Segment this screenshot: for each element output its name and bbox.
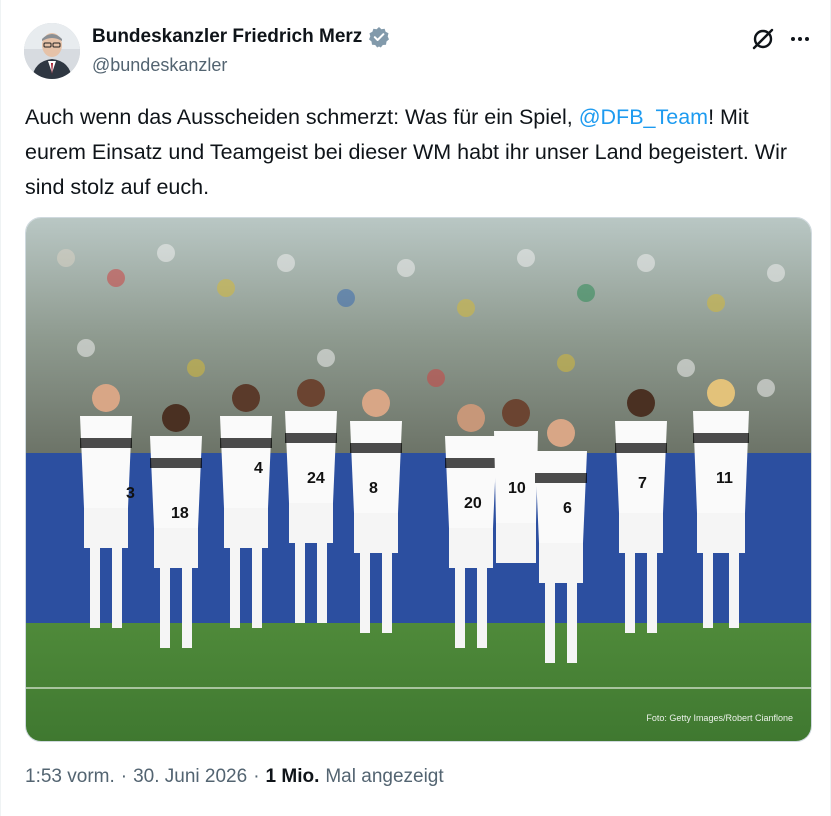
more-icon[interactable] xyxy=(788,24,812,54)
photo-credit: Foto: Getty Images/Robert Cianflone xyxy=(646,713,793,723)
jersey-number: 24 xyxy=(307,470,325,487)
views-count: 1 Mio. xyxy=(265,766,320,787)
jersey-number: 8 xyxy=(369,480,378,497)
jersey-number: 6 xyxy=(563,500,572,517)
meta-separator: · xyxy=(253,766,260,787)
author-name[interactable]: Bundeskanzler Friedrich Merz xyxy=(92,26,362,48)
mention-link[interactable]: @DFB_Team xyxy=(579,105,708,129)
jersey-number: 4 xyxy=(254,460,263,477)
jersey-number: 10 xyxy=(508,480,526,497)
verified-badge-icon xyxy=(369,27,390,48)
tweet-card: Bundeskanzler Friedrich Merz @bundeskanz… xyxy=(0,0,831,816)
tweet-time[interactable]: 1:53 vorm. xyxy=(25,766,115,788)
jersey-number: 3 xyxy=(126,485,135,502)
tweet-meta: 1:53 vorm. · 30. Juni 2026 · 1 Mio. Mal … xyxy=(25,766,444,788)
tweet-text: Auch wenn das Ausscheiden schmerzt: Was … xyxy=(25,100,805,205)
jersey-number: 18 xyxy=(171,505,189,522)
jersey-number: 20 xyxy=(464,495,482,512)
views-label: Mal angezeigt xyxy=(325,766,444,787)
tweet-photo[interactable]: 3 18 4 24 8 20 10 6 7 11 Foto: Getty Ima… xyxy=(25,217,812,742)
jersey-number: 11 xyxy=(716,470,733,487)
author-handle[interactable]: @bundeskanzler xyxy=(92,55,227,76)
author-name-row[interactable]: Bundeskanzler Friedrich Merz xyxy=(92,26,390,48)
tweet-text-part: Auch wenn das Ausscheiden schmerzt: Was … xyxy=(25,105,579,129)
tweet-date[interactable]: 30. Juni 2026 xyxy=(133,766,247,788)
grok-icon[interactable] xyxy=(748,24,778,54)
avatar[interactable] xyxy=(24,23,80,79)
team-photo: 3 18 4 24 8 20 10 6 7 11 xyxy=(26,218,811,741)
meta-separator: · xyxy=(120,766,128,787)
jersey-number: 7 xyxy=(638,475,647,492)
divider xyxy=(0,0,1,816)
